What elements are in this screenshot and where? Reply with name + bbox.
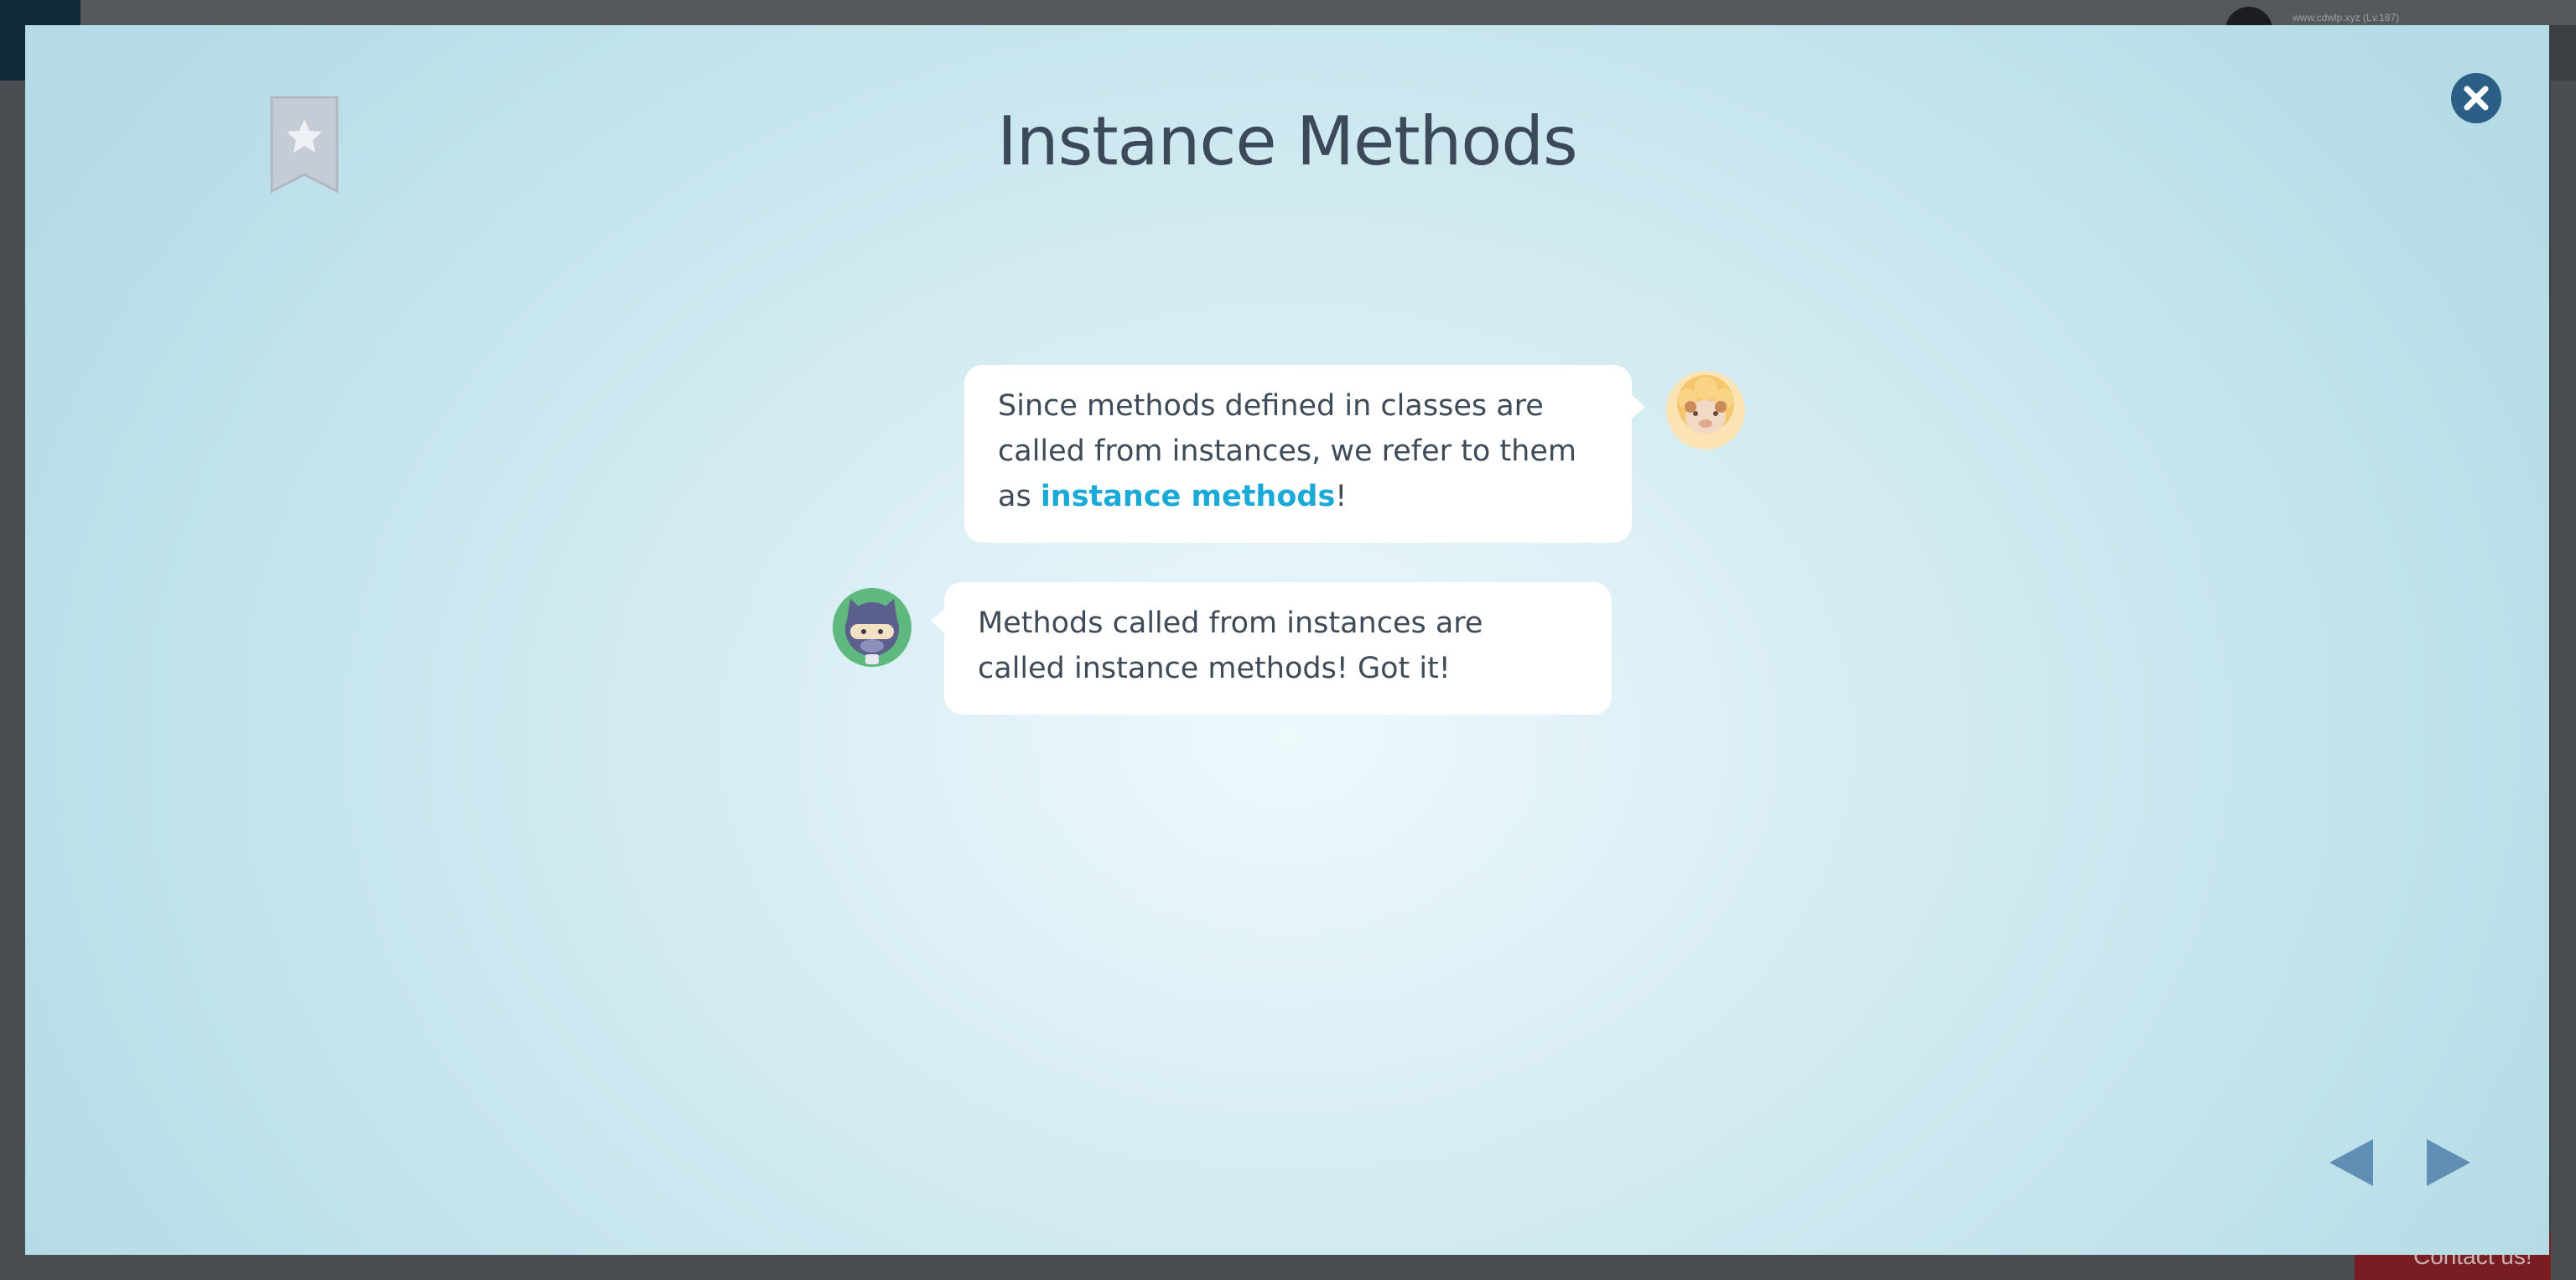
triangle-right-icon[interactable] — [2423, 1136, 2474, 1189]
message-text-end: ! — [1335, 480, 1348, 513]
background-left-sidebar — [0, 81, 25, 1280]
sheep-avatar-icon — [1666, 371, 1745, 450]
background-bottom-bar — [0, 1255, 2576, 1280]
lesson-modal: Instance Methods Since methods defined i… — [25, 25, 2549, 1255]
message-text: Methods called from instances are called… — [978, 606, 1483, 685]
background-user-label: www.cdwlp.xyz (Lv.187) — [2293, 12, 2400, 23]
background-topbar — [0, 0, 2576, 25]
close-icon[interactable] — [2450, 72, 2502, 124]
speech-bubble-ninja: Methods called from instances are called… — [931, 582, 1612, 715]
speech-bubble-sheep: Since methods defined in classes are cal… — [964, 365, 1645, 543]
highlighted-term: instance methods — [1040, 480, 1336, 513]
background-scrollbar — [2551, 81, 2576, 1255]
ninja-cat-avatar-icon — [833, 588, 911, 667]
page-title: Instance Methods — [997, 102, 1577, 180]
triangle-left-icon[interactable] — [2326, 1136, 2376, 1189]
